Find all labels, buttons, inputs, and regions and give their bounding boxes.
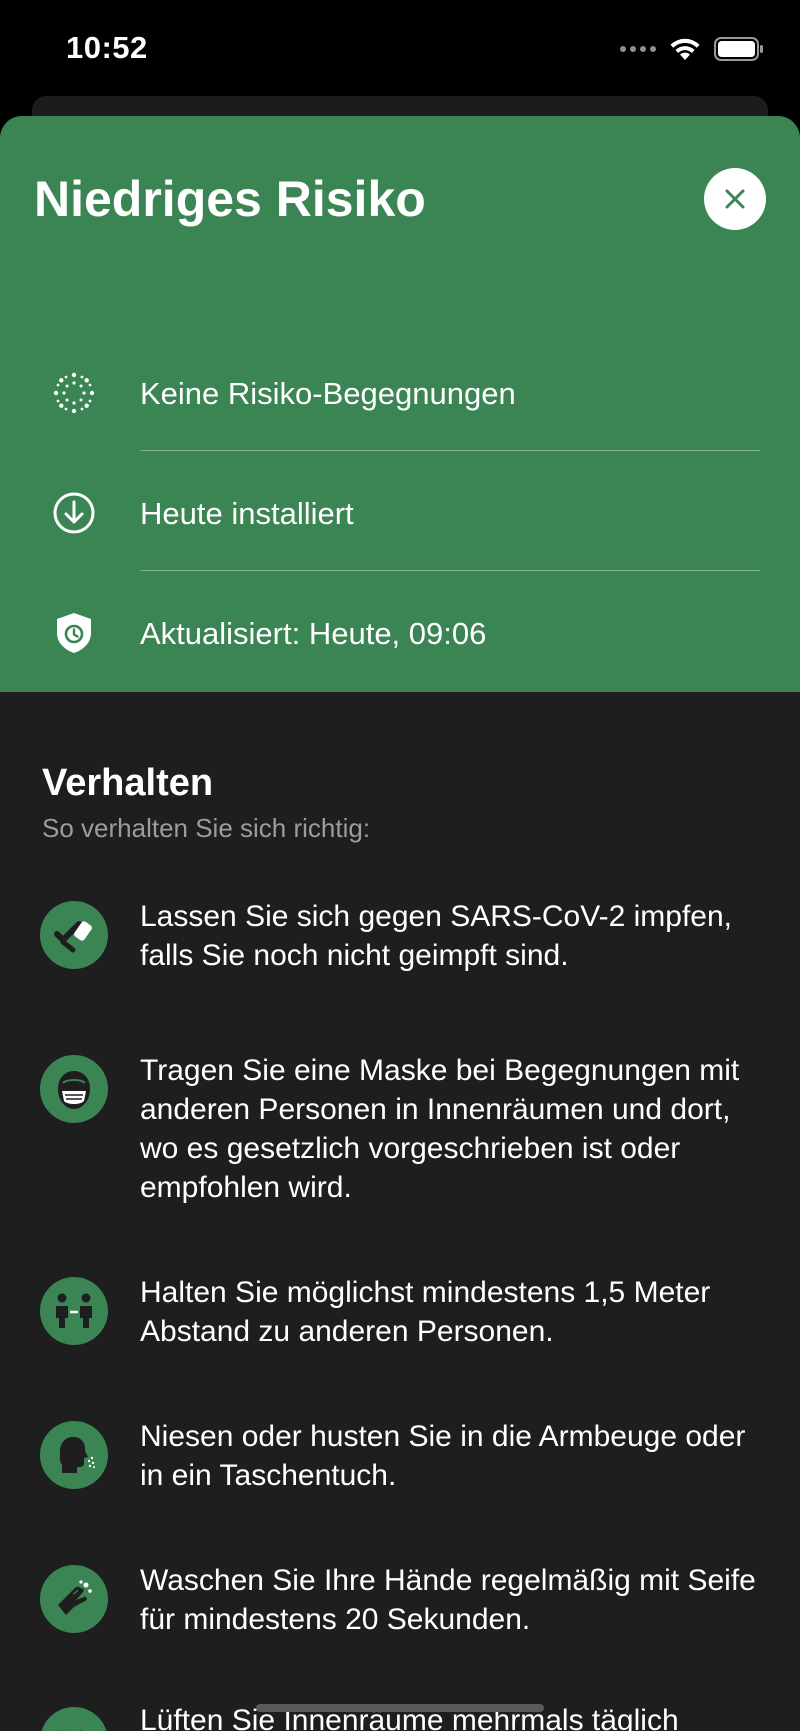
wifi-icon: [670, 38, 700, 60]
row-text-installed: Heute installiert: [140, 496, 354, 531]
row-text-updated: Aktualisiert: Heute, 09:06: [140, 616, 487, 651]
info-row-encounters: Keine Risiko-Begegnungen: [0, 331, 800, 451]
home-indicator[interactable]: [256, 1704, 544, 1712]
tip-text: Niesen oder husten Sie in die Armbeuge o…: [140, 1420, 746, 1492]
section-subtitle: So verhalten Sie sich richtig:: [42, 813, 371, 843]
close-button[interactable]: [704, 168, 766, 230]
status-icons: [620, 36, 764, 62]
close-icon: [725, 189, 745, 209]
shield-clock-icon: [52, 611, 96, 655]
cellular-signal-icon: [620, 46, 656, 52]
status-bar: 10:52: [0, 0, 800, 100]
page-title: Niedriges Risiko: [34, 171, 426, 227]
tip-text: Waschen Sie Ihre Hände regelmäßig mit Se…: [140, 1564, 756, 1636]
status-time: 10:52: [66, 30, 148, 65]
tip-text: Lassen Sie sich gegen SARS-CoV-2 impfen,…: [140, 900, 732, 972]
download-circle-icon: [52, 491, 96, 535]
risk-header: Niedriges Risiko Keine Risiko-Begegnunge…: [0, 116, 800, 692]
info-row-installed: Heute installiert: [0, 451, 800, 571]
tip-text: Tragen Sie eine Maske bei Begegnungen mi…: [140, 1054, 740, 1204]
risk-detail-sheet: Niedriges Risiko Keine Risiko-Begegnunge…: [0, 116, 800, 1731]
face-mask-icon: [40, 1055, 108, 1123]
hand-wash-icon: [40, 1565, 108, 1633]
sneeze-icon: [40, 1421, 108, 1489]
distance-people-icon: [40, 1277, 108, 1345]
info-row-updated: Aktualisiert: Heute, 09:06: [0, 571, 800, 691]
vaccine-arm-icon: [40, 901, 108, 969]
row-text-encounters: Keine Risiko-Begegnungen: [140, 376, 516, 411]
virus-icon: [52, 371, 96, 415]
tip-text: Halten Sie möglichst mindestens 1,5 Mete…: [140, 1276, 711, 1348]
ventilation-icon: [40, 1707, 108, 1731]
battery-icon: [714, 37, 763, 61]
section-title: Verhalten: [42, 762, 214, 804]
